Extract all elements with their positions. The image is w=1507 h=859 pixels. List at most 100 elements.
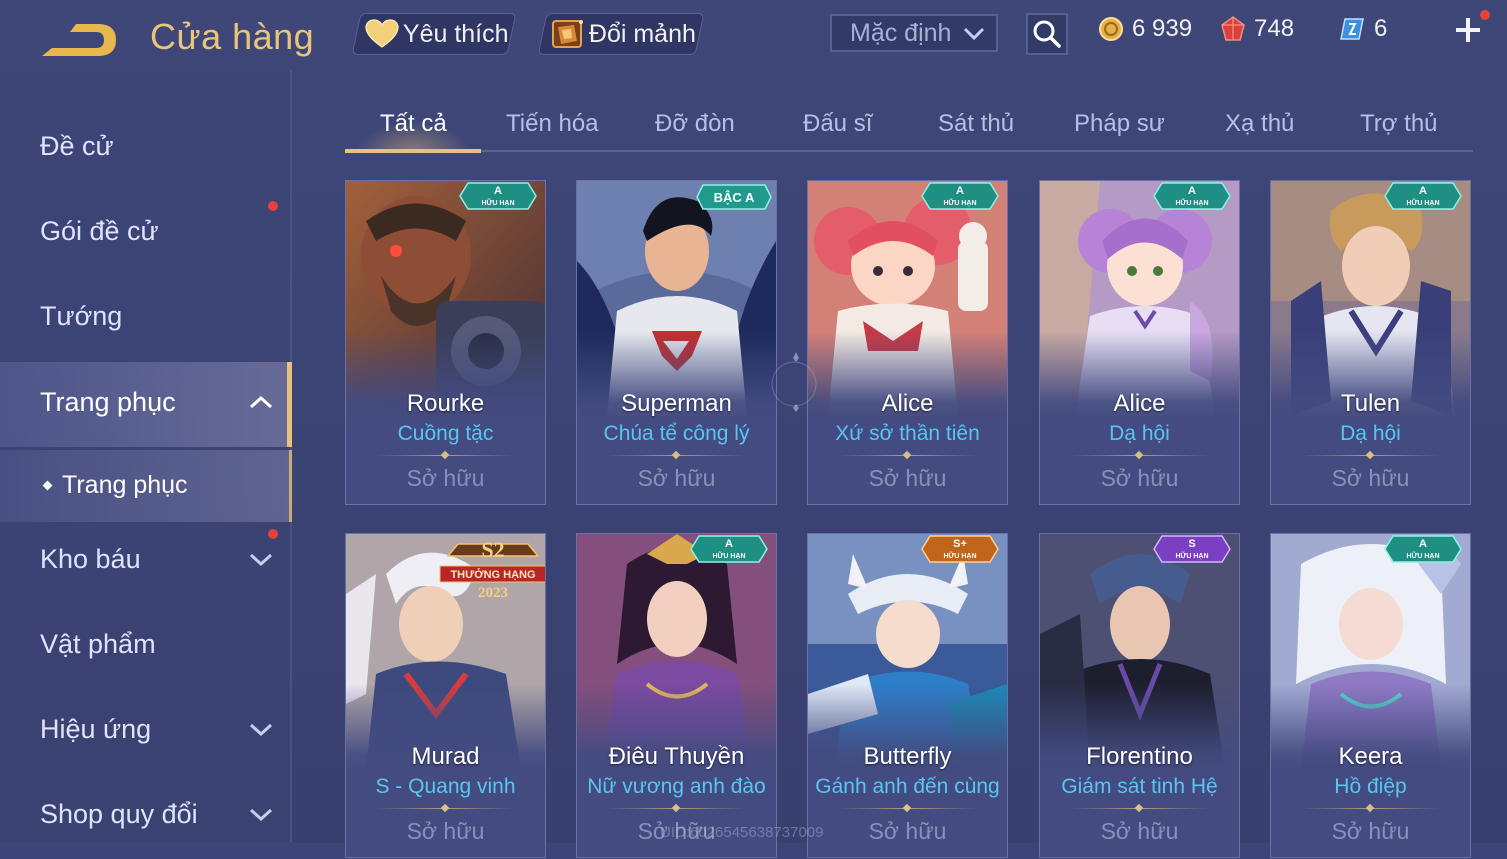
tab-tank[interactable]: Đỡ đòn (655, 110, 735, 138)
limited-badge: A HỮU HẠN (458, 181, 538, 211)
card-divider (1070, 803, 1209, 813)
owned-status: Sở hữu (406, 818, 485, 844)
skin-card-tulen[interactable]: A HỮU HẠN Tulen Dạ hội Sở hữu (1270, 180, 1471, 505)
badge-tier: A (1188, 185, 1196, 197)
gold-currency: 6 939 (1096, 14, 1192, 44)
search-icon (1033, 20, 1061, 48)
card-divider (607, 803, 746, 813)
shop-screen: Cửa hàng Yêu thích Đổi mảnh Mặc định 6 9… (0, 0, 1507, 858)
heart-icon (363, 18, 401, 50)
active-indicator (289, 450, 292, 522)
tab-all[interactable]: Tất cả (380, 110, 447, 138)
sidebar-item-label: Tướng (40, 301, 123, 331)
tab-mage[interactable]: Pháp sư (1074, 110, 1165, 138)
owned-status: Sở hữu (1331, 465, 1410, 491)
card-divider (607, 450, 746, 460)
badge-tier: BẬC A (714, 190, 755, 205)
skin-card-alice-gala[interactable]: A HỮU HẠN Alice Dạ hội Sở hữu (1039, 180, 1240, 505)
limited-badge: A HỮU HẠN (1152, 181, 1232, 211)
sidebar-item-treasure[interactable]: Kho báu (0, 519, 292, 604)
owned-status: Sở hữu (1100, 818, 1179, 844)
sidebar-item-label: Hiệu ứng (40, 714, 152, 744)
back-button[interactable] (36, 18, 120, 62)
badge-tier: S+ (953, 538, 967, 550)
sidebar-item-effects[interactable]: Hiệu ứng (0, 689, 292, 774)
hero-name: Alice (881, 390, 934, 417)
sidebar-item-exchange-shop[interactable]: Shop quy đổi (0, 774, 292, 859)
card-divider (1301, 803, 1440, 813)
rank-reward-badge: S2 THƯỞNG HẠNG 2023 (438, 536, 545, 602)
top-up-button[interactable] (1452, 10, 1490, 46)
badge-tier: A (956, 185, 964, 197)
badge-label: HỮU HẠN (943, 198, 976, 207)
sidebar-subitem-skins[interactable]: Trang phục (0, 450, 292, 522)
skin-card-superman[interactable]: BẬC A Superman Chúa tể công lý Sở hữu (576, 180, 777, 505)
active-indicator (287, 362, 292, 447)
sidebar: Đề cử Gói đề cử Tướng Trang phục Trang p… (0, 70, 292, 843)
voucher-currency: 6 (1338, 14, 1387, 44)
sort-dropdown-value: Mặc định (850, 18, 952, 47)
sidebar-item-label: Shop quy đổi (40, 799, 198, 829)
back-arrow-icon (42, 24, 116, 56)
hero-name: Tulen (1340, 390, 1401, 417)
limited-badge: S+ HỮU HẠN (920, 534, 1000, 564)
chevron-down-icon (963, 27, 985, 41)
owned-status: Sở hữu (406, 465, 485, 491)
skin-card-florentino[interactable]: S HỮU HẠN Florentino Giám sát tinh Hệ Sở… (1039, 533, 1240, 858)
badge-tier: A (1419, 538, 1427, 550)
hero-name: Florentino (1086, 743, 1193, 770)
skin-card-butterfly[interactable]: S+ HỮU HẠN Butterfly Gánh anh đến cùng S… (807, 533, 1008, 858)
favorites-button[interactable]: Yêu thích (351, 13, 517, 55)
category-tabs: Tất cả Tiến hóa Đỡ đòn Đấu sĩ Sát thủ Ph… (345, 100, 1473, 153)
skin-name: Dạ hội (1340, 422, 1401, 445)
limited-badge: S HỮU HẠN (1152, 534, 1232, 564)
tab-assassin[interactable]: Sát thủ (938, 110, 1014, 138)
tier-badge: BẬC A (695, 183, 773, 211)
skin-card-rourke[interactable]: A HỮU HẠN Rourke Cuồng tặc Sở hữu (345, 180, 546, 505)
badge-label: HỮU HẠN (481, 198, 514, 207)
tab-marksman[interactable]: Xạ thủ (1225, 110, 1294, 138)
shard-exchange-button[interactable]: Đổi mảnh (537, 13, 705, 55)
badge-label: HỮU HẠN (1406, 551, 1439, 560)
search-button[interactable] (1026, 13, 1068, 55)
sidebar-item-label: Trang phục (40, 387, 176, 417)
skin-card-alice-wonderland[interactable]: A HỮU HẠN Alice Xứ sở thần tiên Sở hữu (807, 180, 1008, 505)
badge-tier: S (1188, 538, 1195, 550)
card-divider (838, 803, 977, 813)
badge-label: THƯỞNG HẠNG (450, 568, 535, 581)
ruby-amount: 748 (1254, 15, 1295, 42)
sidebar-item-heroes[interactable]: Tướng (0, 276, 292, 361)
notification-dot (268, 529, 278, 539)
card-divider (1070, 450, 1209, 460)
badge-label: HỮU HẠN (1406, 198, 1439, 207)
limited-badge: A HỮU HẠN (689, 534, 769, 564)
hero-name: Keera (1338, 743, 1403, 770)
skin-card-murad[interactable]: S2 THƯỞNG HẠNG 2023 Murad S - Quang vinh… (345, 533, 546, 858)
tab-support[interactable]: Trợ thủ (1360, 110, 1438, 138)
voucher-icon (1338, 14, 1368, 44)
sidebar-item-items[interactable]: Vật phẩm (0, 604, 292, 689)
skin-card-dieu-thuyen[interactable]: A HỮU HẠN Điêu Thuyền Nữ vương anh đào S… (576, 533, 777, 858)
hero-name: Murad (411, 743, 480, 770)
shard-exchange-label: Đổi mảnh (589, 19, 696, 48)
tabs-baseline (345, 150, 1473, 152)
skin-card-keera[interactable]: A HỮU HẠN Keera Hồ điệp Sở hữu (1270, 533, 1471, 858)
crosshair-icon (771, 352, 817, 412)
sort-dropdown[interactable]: Mặc định (830, 14, 998, 52)
sidebar-item-skins[interactable]: Trang phục (0, 362, 292, 447)
badge-year: 2023 (478, 585, 508, 601)
sidebar-item-recommended[interactable]: Đề cử (0, 106, 292, 191)
gold-amount: 6 939 (1132, 15, 1193, 42)
card-divider (1301, 450, 1440, 460)
skin-name: Cuồng tặc (397, 422, 494, 445)
card-divider (376, 803, 515, 813)
badge-label: HỮU HẠN (712, 551, 745, 560)
favorites-label: Yêu thích (403, 19, 509, 48)
badge-label: HỮU HẠN (1175, 198, 1208, 207)
tab-fighter[interactable]: Đấu sĩ (803, 110, 872, 138)
ruby-currency: 748 (1218, 14, 1294, 44)
voucher-amount: 6 (1374, 15, 1388, 42)
sidebar-item-recommended-bundles[interactable]: Gói đề cử (0, 191, 292, 276)
tab-evolution[interactable]: Tiến hóa (506, 110, 599, 138)
chevron-down-icon (249, 808, 273, 822)
